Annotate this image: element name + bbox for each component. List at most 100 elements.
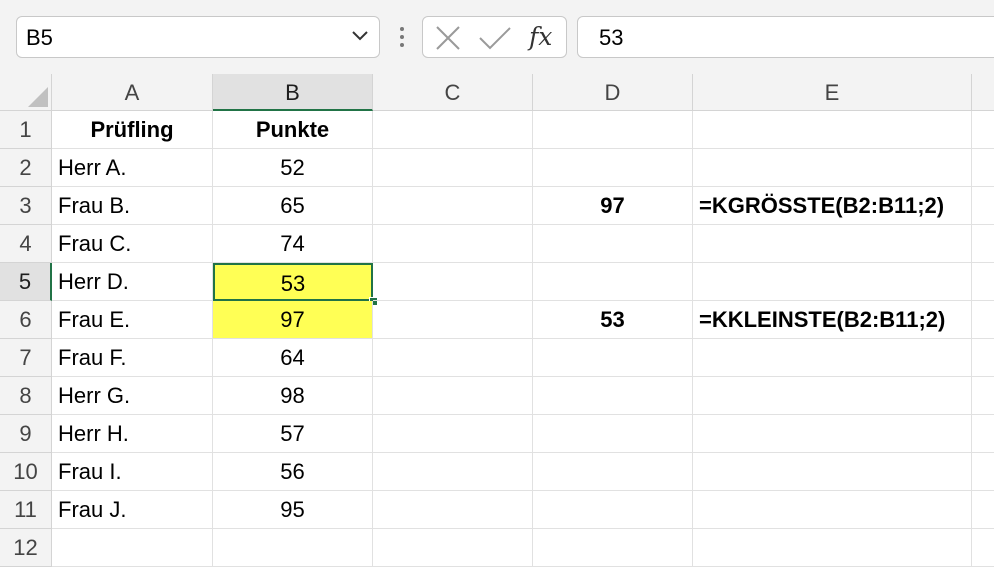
cell-b11[interactable]: 95 [213,491,373,529]
cell-d8[interactable] [533,377,693,415]
row-header-1[interactable]: 1 [0,111,52,149]
cell-e8[interactable] [693,377,972,415]
row-header-10[interactable]: 10 [0,453,52,491]
cell-b7[interactable]: 64 [213,339,373,377]
column-header-a[interactable]: A [52,74,213,111]
row-header-11[interactable]: 11 [0,491,52,529]
cell-a8[interactable]: Herr G. [52,377,213,415]
cell-d9[interactable] [533,415,693,453]
checkmark-icon[interactable] [478,25,512,51]
cell-e3[interactable]: =KGRÖSSTE(B2:B11;2) [693,187,972,225]
formula-bar[interactable]: 53 [577,16,994,58]
column-header-c[interactable]: C [373,74,533,111]
row-header-3[interactable]: 3 [0,187,52,225]
cell-d4[interactable] [533,225,693,263]
column-header-f[interactable] [972,74,994,111]
cell-a3[interactable]: Frau B. [52,187,213,225]
cell-e4[interactable] [693,225,972,263]
cell-d6[interactable]: 53 [533,301,693,339]
cell-a4[interactable]: Frau C. [52,225,213,263]
cell-d5[interactable] [533,263,693,301]
row-header-6[interactable]: 6 [0,301,52,339]
cell-c5[interactable] [373,263,533,301]
row-header-7[interactable]: 7 [0,339,52,377]
cell-c2[interactable] [373,149,533,187]
chevron-down-icon[interactable] [351,29,369,43]
cell-f8[interactable] [972,377,994,415]
cell-f3[interactable] [972,187,994,225]
cell-e11[interactable] [693,491,972,529]
cell-a5[interactable]: Herr D. [52,263,213,301]
cell-d11[interactable] [533,491,693,529]
select-all-corner[interactable] [0,74,52,111]
cell-c12[interactable] [373,529,533,567]
cell-f12[interactable] [972,529,994,567]
cell-f11[interactable] [972,491,994,529]
row-header-4[interactable]: 4 [0,225,52,263]
cell-e2[interactable] [693,149,972,187]
cell-b1[interactable]: Punkte [213,111,373,149]
cell-c1[interactable] [373,111,533,149]
vertical-dots-icon[interactable] [392,22,412,52]
cell-b6[interactable]: 97 [213,301,373,339]
cell-c7[interactable] [373,339,533,377]
cell-a7[interactable]: Frau F. [52,339,213,377]
cell-c9[interactable] [373,415,533,453]
cell-f4[interactable] [972,225,994,263]
cell-c6[interactable] [373,301,533,339]
cell-f10[interactable] [972,453,994,491]
cell-f2[interactable] [972,149,994,187]
row-header-2[interactable]: 2 [0,149,52,187]
cell-a2[interactable]: Herr A. [52,149,213,187]
cell-b4[interactable]: 74 [213,225,373,263]
cell-e1[interactable] [693,111,972,149]
row-header-9[interactable]: 9 [0,415,52,453]
cell-b12[interactable] [213,529,373,567]
cell-d2[interactable] [533,149,693,187]
column-header-d[interactable]: D [533,74,693,111]
row-header-12[interactable]: 12 [0,529,52,567]
column-header-e[interactable]: E [693,74,972,111]
cell-b2[interactable]: 52 [213,149,373,187]
column-header-b[interactable]: B [213,74,373,111]
cell-c3[interactable] [373,187,533,225]
cell-f7[interactable] [972,339,994,377]
cell-a10[interactable]: Frau I. [52,453,213,491]
cell-e7[interactable] [693,339,972,377]
cell-f1[interactable] [972,111,994,149]
cell-b9[interactable]: 57 [213,415,373,453]
cell-b3[interactable]: 65 [213,187,373,225]
worksheet-grid: A B C D E 1 Prüfling Punkte 2 Herr A. 52 3 Frau B. 65… [0,74,994,567]
cell-a11[interactable]: Frau J. [52,491,213,529]
cell-f6[interactable] [972,301,994,339]
cell-c11[interactable] [373,491,533,529]
cell-f9[interactable] [972,415,994,453]
cell-a9[interactable]: Herr H. [52,415,213,453]
cell-c4[interactable] [373,225,533,263]
cell-d1[interactable] [533,111,693,149]
cell-d10[interactable] [533,453,693,491]
cell-f5[interactable] [972,263,994,301]
cell-d7[interactable] [533,339,693,377]
row-header-5[interactable]: 5 [0,263,52,301]
cell-b8[interactable]: 98 [213,377,373,415]
cell-a6[interactable]: Frau E. [52,301,213,339]
fx-icon[interactable]: fx [529,22,552,51]
cell-e9[interactable] [693,415,972,453]
row-header-8[interactable]: 8 [0,377,52,415]
name-box[interactable]: B5 [16,16,380,58]
cell-b10[interactable]: 56 [213,453,373,491]
close-icon[interactable] [435,25,461,51]
cell-e5[interactable] [693,263,972,301]
cell-a12[interactable] [52,529,213,567]
cell-d3[interactable]: 97 [533,187,693,225]
cell-b5[interactable]: 53 [213,263,373,301]
cell-e6[interactable]: =KKLEINSTE(B2:B11;2) [693,301,972,339]
formula-buttons: fx [422,16,567,58]
cell-a1[interactable]: Prüfling [52,111,213,149]
cell-d12[interactable] [533,529,693,567]
cell-e10[interactable] [693,453,972,491]
cell-e12[interactable] [693,529,972,567]
cell-c8[interactable] [373,377,533,415]
cell-c10[interactable] [373,453,533,491]
